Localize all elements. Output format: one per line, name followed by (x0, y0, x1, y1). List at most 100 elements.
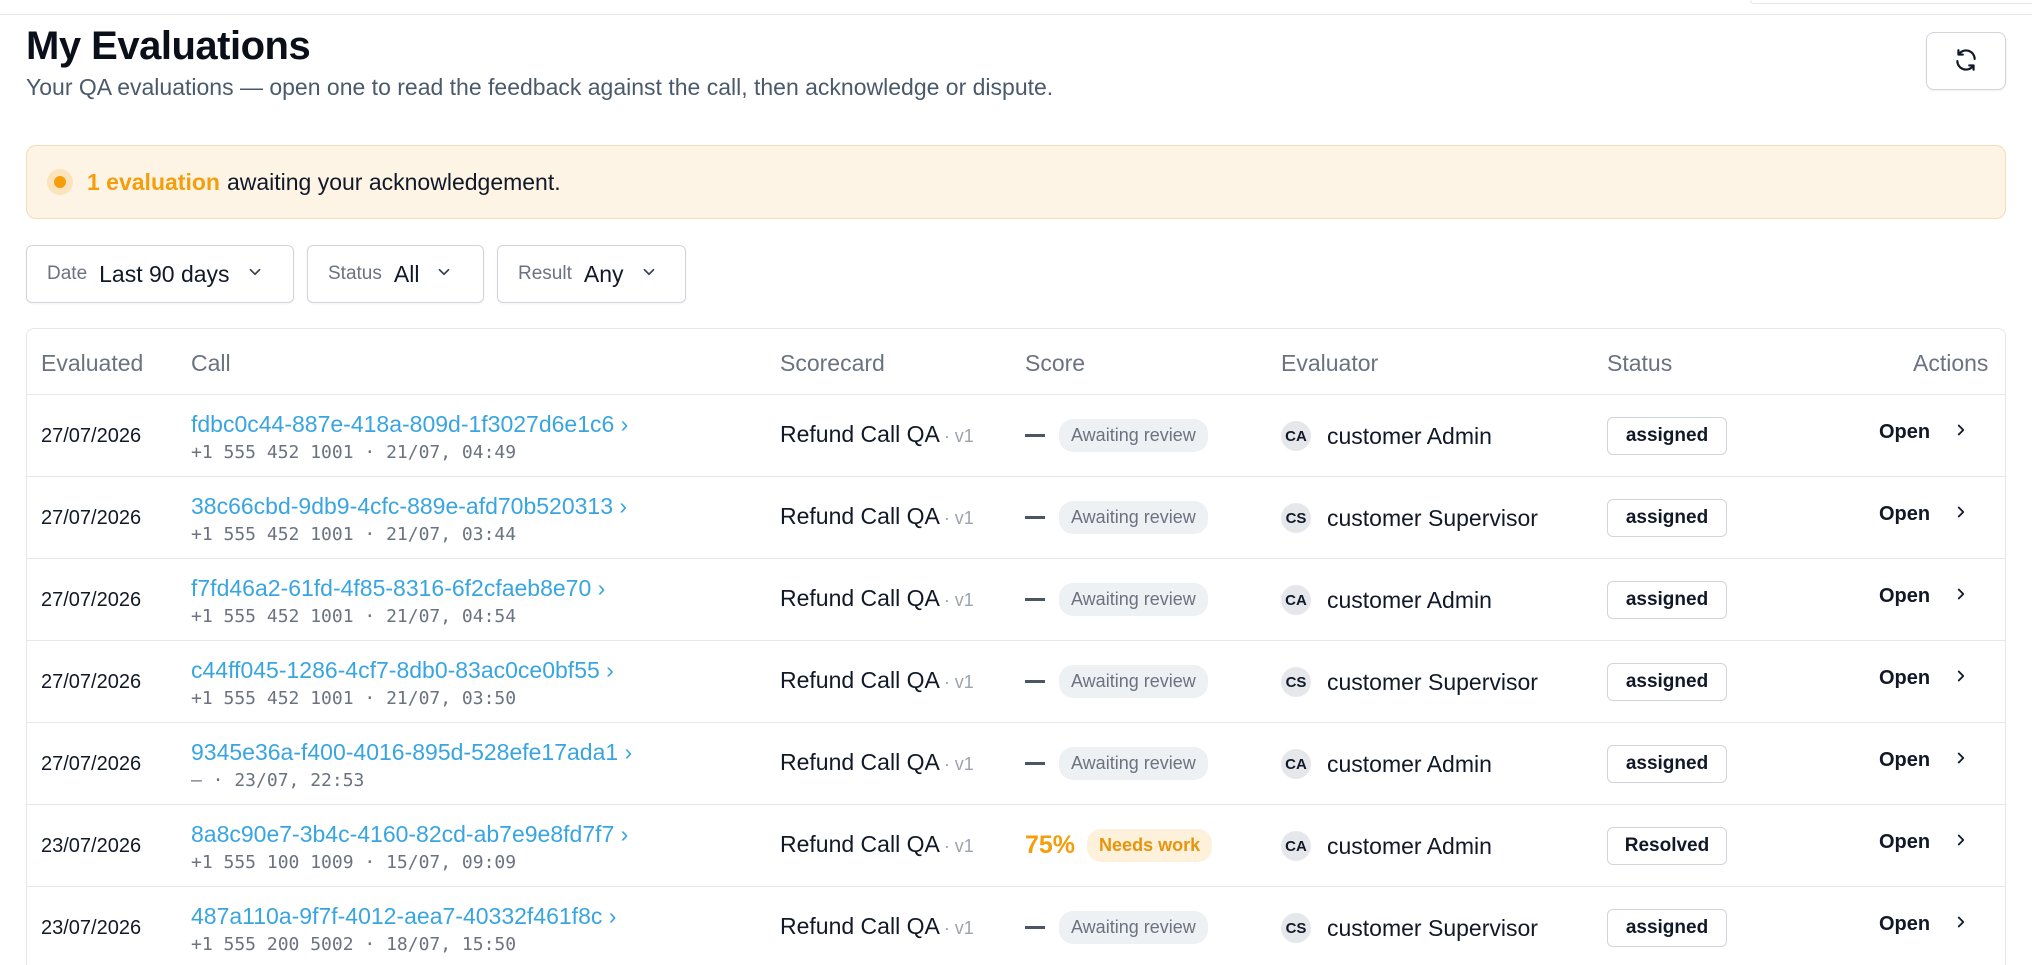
scorecard-name: Refund Call QA (780, 831, 940, 857)
open-button[interactable]: Open (1879, 749, 1970, 772)
table-row[interactable]: 23/07/2026 487a110a-9f7f-4012-aea7-40332f… (27, 887, 2005, 965)
evaluated-date: 27/07/2026 (41, 589, 142, 611)
call-cell: fdbc0c44-887e-418a-809d-1f3027d6e1c6 › +1… (191, 411, 628, 463)
call-meta: +1 555 452 1001 · 21/07, 03:50 (191, 688, 517, 709)
scorecard-name: Refund Call QA (780, 749, 940, 775)
score-status-pill: Awaiting review (1059, 747, 1208, 780)
warning-dot-icon (47, 169, 73, 195)
scorecard-name: Refund Call QA (780, 421, 940, 447)
column-header-call[interactable]: Call (191, 350, 231, 377)
scorecard-version: · v1 (943, 508, 974, 528)
refresh-button[interactable] (1926, 32, 2006, 90)
call-id-link[interactable]: fdbc0c44-887e-418a-809d-1f3027d6e1c6 › (191, 411, 628, 438)
avatar: CS (1281, 503, 1311, 533)
scorecard-version: · v1 (943, 590, 974, 610)
evaluated-date: 27/07/2026 (41, 671, 142, 693)
chevron-down-icon (435, 263, 453, 286)
open-button[interactable]: Open (1879, 667, 1970, 690)
open-label: Open (1879, 749, 1931, 771)
column-header-evaluator[interactable]: Evaluator (1281, 350, 1378, 377)
score-cell: 75% Needs work (1025, 829, 1213, 862)
page-subtitle: Your QA evaluations — open one to read t… (26, 74, 1054, 100)
top-bar-edge (1750, 0, 2032, 4)
open-label: Open (1879, 831, 1931, 853)
evaluator-name: customer Supervisor (1327, 668, 1538, 695)
scorecard-cell: Refund Call QA · v1 (780, 831, 974, 858)
page-title: My Evaluations (26, 24, 311, 68)
score-cell: Awaiting review (1025, 665, 1208, 698)
scorecard-version: · v1 (943, 836, 974, 856)
avatar: CA (1281, 585, 1311, 615)
banner-count: 1 evaluation (87, 168, 220, 195)
open-label: Open (1879, 913, 1931, 935)
scorecard-cell: Refund Call QA · v1 (780, 667, 974, 694)
evaluator-name: customer Admin (1327, 422, 1492, 449)
evaluator-cell: CA customer Admin (1281, 831, 1492, 861)
no-score-dash (1025, 598, 1045, 601)
top-divider (0, 14, 2032, 15)
evaluator-name: customer Supervisor (1327, 914, 1538, 941)
status-filter[interactable]: Status All (307, 245, 484, 303)
call-id-link[interactable]: 9345e36a-f400-4016-895d-528efe17ada1 › (191, 739, 632, 766)
score-cell: Awaiting review (1025, 747, 1208, 780)
column-header-score[interactable]: Score (1025, 350, 1085, 377)
call-meta: — · 23/07, 22:53 (191, 770, 365, 791)
call-id-link[interactable]: 487a110a-9f7f-4012-aea7-40332f461f8c › (191, 903, 616, 930)
open-button[interactable]: Open (1879, 503, 1970, 526)
evaluator-cell: CA customer Admin (1281, 749, 1492, 779)
scorecard-cell: Refund Call QA · v1 (780, 749, 974, 776)
score-cell: Awaiting review (1025, 501, 1208, 534)
score-cell: Awaiting review (1025, 583, 1208, 616)
evaluated-date: 23/07/2026 (41, 835, 142, 857)
evaluator-name: customer Admin (1327, 832, 1492, 859)
evaluations-table: Evaluated Call Scorecard Score Evaluator… (26, 328, 2006, 965)
no-score-dash (1025, 516, 1045, 519)
table-row[interactable]: 27/07/2026 f7fd46a2-61fd-4f85-8316-6f2cfa… (27, 559, 2005, 641)
table-row[interactable]: 23/07/2026 8a8c90e7-3b4c-4160-82cd-ab7e9e… (27, 805, 2005, 887)
column-header-scorecard[interactable]: Scorecard (780, 350, 885, 377)
column-header-status[interactable]: Status (1607, 350, 1672, 377)
chevron-right-icon (1952, 421, 1970, 444)
table-row[interactable]: 27/07/2026 c44ff045-1286-4cf7-8db0-83ac0c… (27, 641, 2005, 723)
table-row[interactable]: 27/07/2026 38c66cbd-9db9-4cfc-889e-afd70b… (27, 477, 2005, 559)
score-status-pill: Needs work (1087, 829, 1213, 862)
call-meta: +1 555 452 1001 · 21/07, 04:49 (191, 442, 517, 463)
avatar: CS (1281, 913, 1311, 943)
date-filter[interactable]: Date Last 90 days (26, 245, 294, 303)
call-id-link[interactable]: f7fd46a2-61fd-4f85-8316-6f2cfaeb8e70 › (191, 575, 605, 602)
status-badge: Resolved (1607, 827, 1727, 865)
chevron-right-icon (1952, 503, 1970, 526)
open-button[interactable]: Open (1879, 913, 1970, 936)
call-id-link[interactable]: c44ff045-1286-4cf7-8db0-83ac0ce0bf55 › (191, 657, 614, 684)
scorecard-name: Refund Call QA (780, 913, 940, 939)
open-button[interactable]: Open (1879, 585, 1970, 608)
avatar: CA (1281, 421, 1311, 451)
evaluator-cell: CA customer Admin (1281, 421, 1492, 451)
result-filter[interactable]: Result Any (497, 245, 686, 303)
table-row[interactable]: 27/07/2026 9345e36a-f400-4016-895d-528efe… (27, 723, 2005, 805)
score-status-pill: Awaiting review (1059, 665, 1208, 698)
status-badge: assigned (1607, 417, 1727, 455)
no-score-dash (1025, 680, 1045, 683)
call-cell: c44ff045-1286-4cf7-8db0-83ac0ce0bf55 › +1… (191, 657, 614, 709)
status-cell: assigned (1607, 745, 1727, 783)
call-cell: f7fd46a2-61fd-4f85-8316-6f2cfaeb8e70 › +1… (191, 575, 605, 627)
scorecard-cell: Refund Call QA · v1 (780, 503, 974, 530)
no-score-dash (1025, 434, 1045, 437)
scorecard-cell: Refund Call QA · v1 (780, 913, 974, 940)
open-button[interactable]: Open (1879, 421, 1970, 444)
call-id-link[interactable]: 38c66cbd-9db9-4cfc-889e-afd70b520313 › (191, 493, 627, 520)
status-badge: assigned (1607, 909, 1727, 947)
evaluator-cell: CS customer Supervisor (1281, 667, 1538, 697)
no-score-dash (1025, 762, 1045, 765)
status-filter-label: Status (328, 263, 382, 284)
status-filter-value: All (393, 260, 420, 287)
status-badge: assigned (1607, 745, 1727, 783)
column-header-evaluated[interactable]: Evaluated (41, 350, 143, 377)
scorecard-version: · v1 (943, 426, 974, 446)
open-button[interactable]: Open (1879, 831, 1970, 854)
scorecard-name: Refund Call QA (780, 667, 940, 693)
chevron-right-icon (1952, 749, 1970, 772)
call-id-link[interactable]: 8a8c90e7-3b4c-4160-82cd-ab7e9e8fd7f7 › (191, 821, 628, 848)
table-row[interactable]: 27/07/2026 fdbc0c44-887e-418a-809d-1f3027… (27, 395, 2005, 477)
